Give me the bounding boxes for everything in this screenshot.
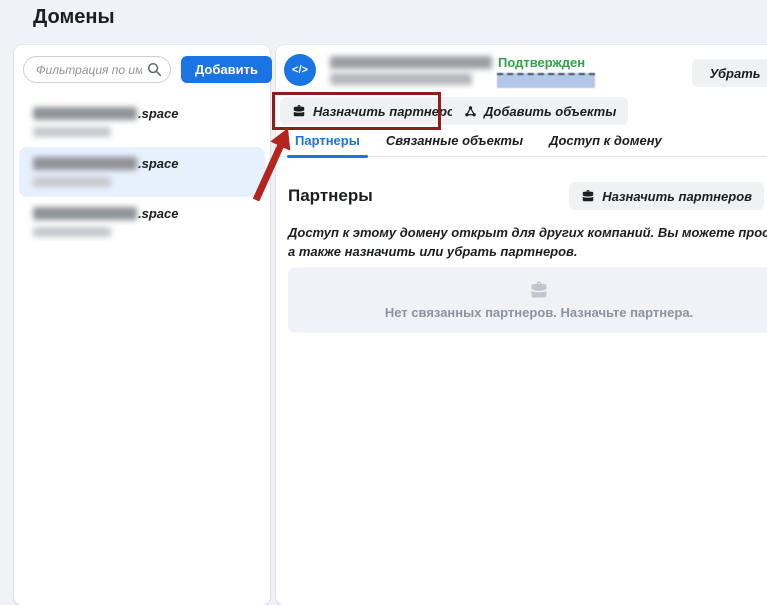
domain-suffix: .space [138, 156, 178, 171]
verified-status-badge: Подтвержден [498, 55, 585, 70]
partners-section-header: Партнеры Назначить партнеров [288, 182, 764, 210]
assign-partners-section-label: Назначить партнеров [602, 189, 752, 204]
redacted-domain-name [33, 157, 137, 170]
triangle-network-icon [464, 105, 477, 118]
filter-field-wrap [23, 56, 171, 83]
tab-domain-access[interactable]: Доступ к домену [549, 133, 662, 156]
assign-partners-button[interactable]: Назначить партнеров [280, 97, 475, 125]
briefcase-icon [581, 189, 595, 203]
briefcase-icon [529, 280, 549, 300]
redacted-domain-name [33, 107, 137, 120]
domain-list: .space .space .space [14, 97, 270, 247]
redacted-selected-text [497, 73, 595, 88]
redacted-domain-title [330, 56, 492, 69]
redacted-domain-subtitle [33, 127, 111, 137]
add-assets-label: Добавить объекты [484, 104, 616, 119]
domain-list-item[interactable]: .space [19, 97, 265, 147]
tab-partners[interactable]: Партнеры [295, 133, 360, 156]
domain-suffix: .space [138, 206, 178, 221]
remove-button[interactable]: Убрать [692, 59, 767, 87]
tab-linked-assets[interactable]: Связанные объекты [386, 133, 523, 156]
domain-suffix: .space [138, 106, 178, 121]
redacted-domain-subtitle [33, 227, 111, 237]
assign-partners-label: Назначить партнеров [313, 104, 463, 119]
assign-partners-section-button[interactable]: Назначить партнеров [569, 182, 764, 210]
page-title: Домены [33, 6, 115, 29]
partners-description: Доступ к этому домену открыт для других … [288, 223, 767, 261]
add-assets-button[interactable]: Добавить объекты [452, 97, 628, 125]
domain-list-item-selected[interactable]: .space [19, 147, 265, 197]
empty-partners-text: Нет связанных партнеров. Назначьте партн… [385, 305, 693, 320]
sidebar-toolbar: Добавить [14, 45, 270, 91]
detail-tabs: Партнеры Связанные объекты Доступ к доме… [276, 133, 767, 157]
partners-section-title: Партнеры [288, 186, 373, 206]
search-icon [147, 62, 162, 77]
domains-sidebar: Добавить .space .space .space [14, 45, 270, 605]
add-domain-button[interactable]: Добавить [181, 56, 272, 83]
domain-detail-panel: </> Подтвержден Убрать Назначить партнер… [276, 45, 767, 605]
redacted-domain-name [33, 207, 137, 220]
domain-list-item[interactable]: .space [19, 197, 265, 247]
redacted-domain-subtitle [33, 177, 111, 187]
redacted-domain-subtitle [330, 73, 472, 85]
briefcase-icon [292, 104, 306, 118]
empty-partners-state: Нет связанных партнеров. Назначьте партн… [288, 267, 767, 333]
domain-code-icon: </> [284, 54, 316, 86]
